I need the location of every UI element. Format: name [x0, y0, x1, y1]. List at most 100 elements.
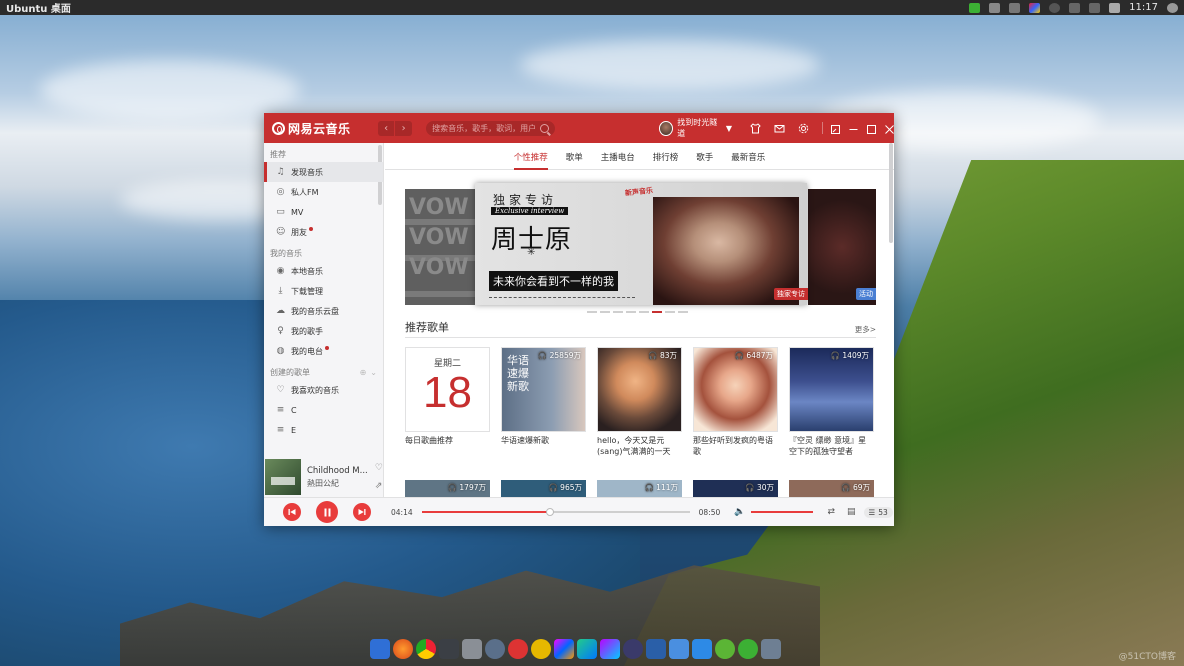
banner-carousel[interactable]: VOW VOW VOW 独家专访 Exclusive interview 周士原 ✳… [405, 183, 876, 305]
carousel-dot[interactable] [639, 311, 649, 313]
tab-playlists[interactable]: 歌单 [557, 143, 592, 170]
playlist-card[interactable]: 🎧 1797万 [405, 480, 490, 497]
wireshark-icon[interactable] [646, 639, 666, 659]
sidebar-item-fm[interactable]: ◎ 私人FM [264, 182, 383, 202]
sidebar-item-playlist-e[interactable]: ≡ E [264, 420, 383, 440]
playlist-card[interactable]: 🎧 1409万 『空灵 缥缈 意境』星空下的孤独守望者 [789, 347, 874, 457]
mail-icon[interactable] [774, 123, 785, 134]
playlist-cover[interactable]: 🎧 965万 [501, 480, 586, 497]
intellij-icon[interactable] [554, 639, 574, 659]
user-menu[interactable]: 找到时光隧道 ▼ [659, 117, 732, 139]
netease-music-icon[interactable] [508, 639, 528, 659]
tab-singers[interactable]: 歌手 [687, 143, 722, 170]
avatar[interactable] [659, 120, 674, 136]
sidebar-item-friends[interactable]: ☺ 朋友 [264, 222, 383, 242]
playlist-card[interactable]: 🎧 6487万 那些好听到发疯的粤语歌 [693, 347, 778, 457]
keyboard-tray-icon[interactable] [1009, 2, 1021, 13]
power-icon[interactable] [1167, 2, 1178, 13]
sidebar-item-local[interactable]: ◉ 本地音乐 [264, 261, 383, 281]
sidebar-item-discover[interactable]: ♫ 发现音乐 [264, 162, 383, 182]
maximize-icon[interactable] [867, 124, 877, 134]
playlist-card[interactable]: 🎧 25859万 华语速爆新歌 华语速爆新歌 [501, 347, 586, 457]
playlist-card[interactable]: 🎧 69万 [789, 480, 874, 497]
sidebar-item-playlist-c[interactable]: ≡ C [264, 400, 383, 420]
wifi-icon[interactable] [1069, 2, 1081, 13]
banner-prev-slide[interactable]: VOW VOW VOW [405, 189, 475, 305]
share-icon[interactable]: ⇗ [375, 481, 383, 491]
sidebar-item-radio[interactable]: ◍ 我的电台 [264, 341, 383, 361]
username[interactable]: 找到时光隧道 [677, 117, 722, 139]
goland-icon[interactable] [600, 639, 620, 659]
firefox-icon[interactable] [393, 639, 413, 659]
volume-icon[interactable]: 🔈 [734, 507, 745, 517]
carousel-dot[interactable] [665, 311, 675, 313]
back-button[interactable]: ‹ [378, 120, 396, 136]
progress-bar[interactable] [421, 508, 690, 516]
sidebar-item-mv[interactable]: ▭ MV [264, 202, 383, 222]
playlist-card[interactable]: 🎧 965万 [501, 480, 586, 497]
section-title[interactable]: 推荐歌单 [405, 319, 449, 335]
next-button[interactable] [353, 503, 371, 521]
lyrics-icon[interactable]: ▤ [847, 507, 856, 517]
playlist-name[interactable]: 华语速爆新歌 [501, 435, 586, 457]
playlist-name[interactable]: 『空灵 缥缈 意境』星空下的孤独守望者 [789, 435, 874, 457]
playlist-cover[interactable]: 🎧 83万 [597, 347, 682, 432]
notes-app-icon[interactable] [669, 639, 689, 659]
forward-button[interactable]: › [395, 120, 413, 136]
carousel-dot[interactable] [678, 311, 688, 313]
wechat-icon[interactable] [738, 639, 758, 659]
playlist-name[interactable]: hello，今天又是元(sang)气满满的一天 [597, 435, 682, 457]
playlist-button[interactable]: ☰ 53 [863, 506, 893, 518]
volume-tray-icon[interactable] [1109, 2, 1121, 13]
carousel-dot[interactable] [600, 311, 610, 313]
tab-charts[interactable]: 排行榜 [644, 143, 688, 170]
chevron-down-icon[interactable]: ⌄ [370, 368, 377, 377]
editor-app-icon[interactable] [692, 639, 712, 659]
clock[interactable]: 11:17 [1129, 2, 1158, 13]
daily-cover[interactable]: 星期二 18 [405, 347, 490, 432]
playlist-cover[interactable]: 🎧 30万 [693, 480, 778, 497]
banner-current-slide[interactable]: 独家专访 Exclusive interview 周士原 ✳ 未来你会看到不一样… [475, 183, 807, 305]
playlist-card[interactable]: 🎧 111万 [597, 480, 682, 497]
mini-mode-icon[interactable] [831, 124, 841, 134]
playlist-cover[interactable]: 🎧 69万 [789, 480, 874, 497]
pet-app-icon[interactable] [715, 639, 735, 659]
player-app-icon[interactable] [531, 639, 551, 659]
wechat-tray-icon[interactable] [969, 2, 981, 13]
clion-icon[interactable] [577, 639, 597, 659]
search-input[interactable] [432, 123, 541, 133]
close-icon[interactable] [885, 124, 894, 134]
more-link[interactable]: 更多> [855, 324, 876, 335]
terminal-icon[interactable] [439, 639, 459, 659]
carousel-dot[interactable] [626, 311, 636, 313]
sidebar-item-singers[interactable]: ♀ 我的歌手 [264, 321, 383, 341]
gear-icon[interactable] [798, 123, 809, 134]
settings-app-icon[interactable] [485, 639, 505, 659]
app-logo[interactable]: 网易云音乐 [272, 120, 374, 137]
desktop-app-icon[interactable] [370, 639, 390, 659]
playlist-name[interactable]: 那些好听到发疯的粤语歌 [693, 435, 778, 457]
playlist-cover[interactable]: 🎧 25859万 华语速爆新歌 [501, 347, 586, 432]
main-scrollbar[interactable] [889, 143, 893, 243]
volume-slider[interactable] [751, 511, 814, 513]
music-tray-icon[interactable] [1049, 2, 1061, 13]
skin-icon[interactable] [750, 122, 761, 134]
playlist-cover[interactable]: 🎧 6487万 [693, 347, 778, 432]
playlist-card-daily[interactable]: 星期二 18 每日歌曲推荐 [405, 347, 490, 457]
playlist-card[interactable]: 🎧 30万 [693, 480, 778, 497]
album-cover[interactable] [265, 459, 301, 495]
song-artist[interactable]: 熱田公紀 [307, 478, 369, 489]
playlist-cover[interactable]: 🎧 1797万 [405, 480, 490, 497]
carousel-dot[interactable] [652, 311, 662, 313]
like-icon[interactable]: ♡ [375, 463, 383, 473]
files-icon[interactable] [462, 639, 482, 659]
progress-knob[interactable] [546, 508, 555, 516]
carousel-dot[interactable] [613, 311, 623, 313]
app-tray-icon[interactable] [989, 2, 1001, 13]
color-app-tray-icon[interactable] [1029, 2, 1041, 13]
playlist-cover[interactable]: 🎧 111万 [597, 480, 682, 497]
shuffle-icon[interactable]: ⇄ [827, 507, 835, 517]
song-title[interactable]: Childhood M... [307, 466, 369, 476]
tab-personal[interactable]: 个性推荐 [505, 143, 557, 170]
previous-button[interactable] [283, 503, 301, 521]
